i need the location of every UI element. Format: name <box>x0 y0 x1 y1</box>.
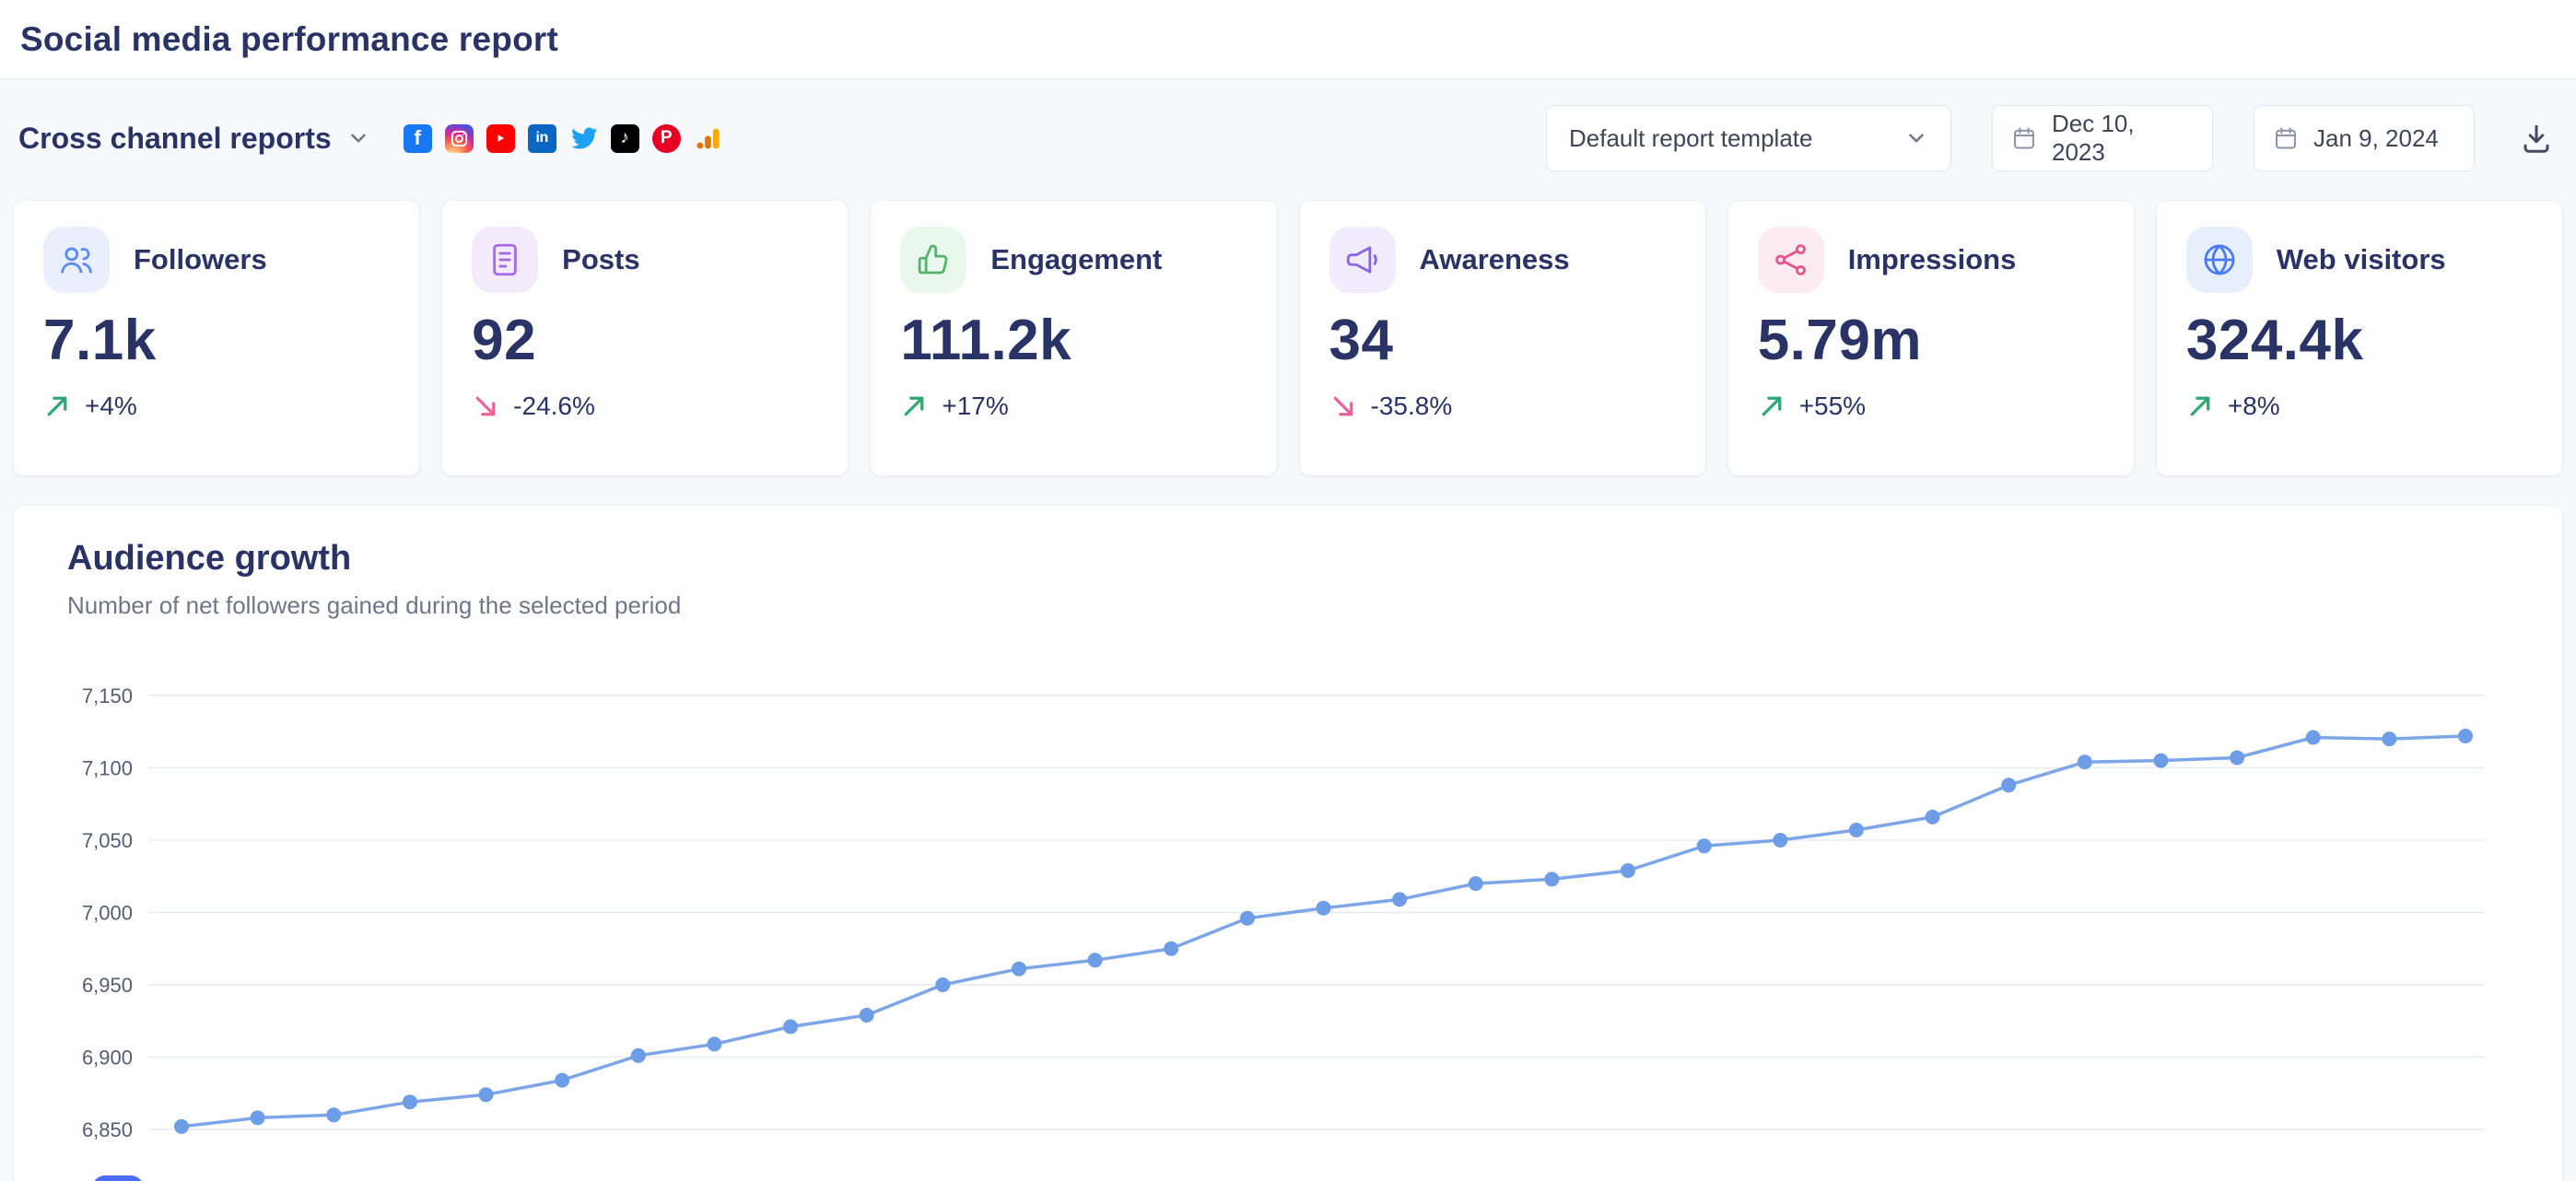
svg-text:6,900: 6,900 <box>82 1047 133 1070</box>
calendar-icon <box>2273 125 2299 151</box>
twitter-icon[interactable] <box>569 124 598 153</box>
download-button[interactable] <box>2515 117 2558 159</box>
kpi-card-impressions: Impressions 5.79m +55% <box>1727 200 2135 476</box>
kpi-change: +17% <box>900 392 1247 421</box>
kpi-change-value: -24.6% <box>513 392 595 421</box>
kpi-cards: Followers 7.1k +4% Posts 92 -24.6% Engag… <box>13 200 2563 476</box>
kpi-label: Awareness <box>1420 243 1570 276</box>
audience-growth-chart: 7,150 7,100 7,050 7,000 6,950 6,900 6,850 <box>14 672 2562 1181</box>
svg-text:7,000: 7,000 <box>82 902 133 925</box>
kpi-change: +55% <box>1758 392 2104 421</box>
kpi-change: +4% <box>43 392 390 421</box>
pinterest-glyph: P <box>661 128 673 148</box>
twitter-bird-glyph <box>569 123 598 154</box>
facebook-glyph: f <box>414 126 420 150</box>
page-title: Social media performance report <box>20 20 558 59</box>
kpi-value: 34 <box>1329 308 1676 373</box>
share-network-icon <box>1758 227 1824 293</box>
svg-text:6,850: 6,850 <box>82 1118 133 1141</box>
kpi-head: Impressions <box>1758 227 2104 293</box>
trend-up-icon <box>900 392 928 420</box>
download-icon <box>2520 122 2553 155</box>
kpi-card-posts: Posts 92 -24.6% <box>441 200 849 476</box>
kpi-value: 7.1k <box>43 308 390 373</box>
toolbar-left: Cross channel reports f in ♪ P <box>18 122 722 156</box>
audience-growth-card: Audience growth Number of net followers … <box>13 505 2563 1181</box>
kpi-value: 324.4k <box>2186 308 2533 373</box>
channel-icons: f in ♪ P <box>404 124 722 153</box>
svg-text:6,950: 6,950 <box>82 974 133 997</box>
chevron-down-icon <box>1904 126 1928 150</box>
kpi-change-value: +55% <box>1799 392 1866 421</box>
svg-text:7,050: 7,050 <box>82 829 133 852</box>
megaphone-icon <box>1329 227 1396 293</box>
kpi-card-web-visitors: Web visitors 324.4k +8% <box>2156 200 2563 476</box>
report-switcher-label: Cross channel reports <box>18 122 332 156</box>
youtube-icon[interactable] <box>486 124 515 153</box>
linkedin-glyph: in <box>536 130 548 146</box>
calendar-icon <box>2011 125 2037 151</box>
document-icon <box>472 227 538 293</box>
kpi-change: +8% <box>2186 392 2533 421</box>
kpi-value: 111.2k <box>900 308 1247 373</box>
kpi-change: -35.8% <box>1329 392 1676 421</box>
header: Social media performance report <box>0 0 2576 79</box>
pinterest-icon[interactable]: P <box>652 124 681 153</box>
kpi-head: Web visitors <box>2186 227 2533 293</box>
kpi-card-followers: Followers 7.1k +4% <box>13 200 420 476</box>
users-icon <box>43 227 110 293</box>
kpi-value: 92 <box>472 308 818 373</box>
thumbs-up-icon <box>900 227 966 293</box>
tiktok-icon[interactable]: ♪ <box>611 124 639 153</box>
trend-up-icon <box>2186 392 2214 420</box>
kpi-head: Engagement <box>900 227 1247 293</box>
section-title: Audience growth <box>67 539 2562 579</box>
analytics-bars-glyph <box>695 125 721 152</box>
kpi-value: 5.79m <box>1758 308 2104 373</box>
template-select[interactable]: Default report template <box>1546 105 1951 171</box>
linkedin-icon[interactable]: in <box>528 124 556 153</box>
chat-widget-button[interactable] <box>92 1175 144 1181</box>
kpi-head: Posts <box>472 227 818 293</box>
svg-text:7,100: 7,100 <box>82 757 133 780</box>
youtube-play-glyph <box>491 129 509 147</box>
date-to-input[interactable]: Jan 9, 2024 <box>2254 105 2475 171</box>
facebook-icon[interactable]: f <box>404 124 432 153</box>
date-from-value: Dec 10, 2023 <box>2052 110 2194 167</box>
toolbar-right: Default report template Dec 10, 2023 Jan… <box>1546 105 2558 171</box>
kpi-card-awareness: Awareness 34 -35.8% <box>1299 200 1706 476</box>
trend-up-icon <box>1758 392 1786 420</box>
kpi-card-engagement: Engagement 111.2k +17% <box>870 200 1277 476</box>
trend-down-icon <box>1329 392 1357 420</box>
kpi-head: Awareness <box>1329 227 1676 293</box>
report-switcher[interactable]: Cross channel reports <box>18 122 370 156</box>
kpi-change-value: +17% <box>942 392 1008 421</box>
svg-text:7,150: 7,150 <box>82 684 133 707</box>
kpi-head: Followers <box>43 227 390 293</box>
date-from-input[interactable]: Dec 10, 2023 <box>1992 105 2213 171</box>
kpi-label: Followers <box>134 243 267 276</box>
tiktok-glyph: ♪ <box>620 128 629 148</box>
instagram-icon[interactable] <box>445 124 474 153</box>
kpi-change-value: -35.8% <box>1371 392 1453 421</box>
section-subtitle: Number of net followers gained during th… <box>67 591 2562 620</box>
kpi-change: -24.6% <box>472 392 818 421</box>
trend-up-icon <box>43 392 71 420</box>
kpi-label: Engagement <box>990 243 1162 276</box>
trend-down-icon <box>472 392 499 420</box>
kpi-label: Posts <box>562 243 639 276</box>
kpi-label: Web visitors <box>2277 243 2446 276</box>
toolbar: Cross channel reports f in ♪ P <box>0 105 2576 171</box>
kpi-label: Impressions <box>1848 243 2017 276</box>
kpi-change-value: +4% <box>85 392 137 421</box>
globe-icon <box>2186 227 2253 293</box>
date-to-value: Jan 9, 2024 <box>2313 124 2439 153</box>
analytics-icon[interactable] <box>694 124 722 153</box>
chevron-down-icon <box>346 126 370 150</box>
instagram-camera-glyph <box>449 128 470 149</box>
template-select-value: Default report template <box>1569 124 1812 153</box>
kpi-change-value: +8% <box>2228 392 2280 421</box>
